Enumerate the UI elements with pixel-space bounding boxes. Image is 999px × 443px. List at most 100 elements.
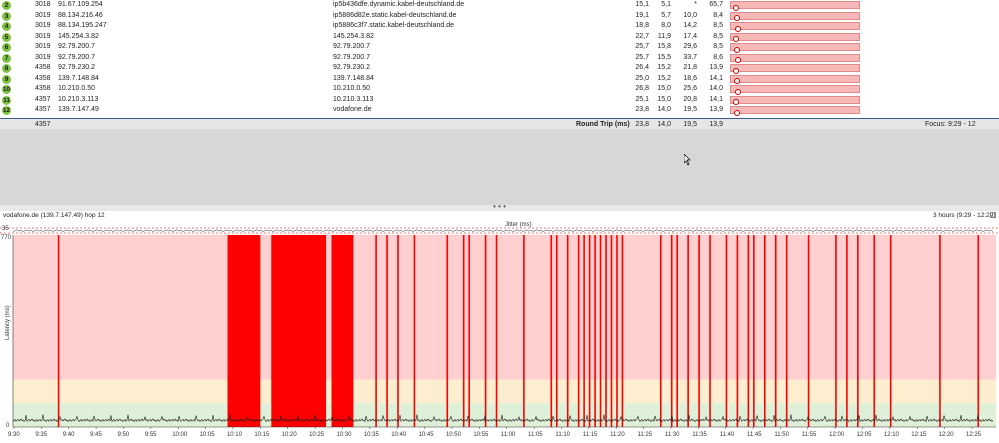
- x-tick-label: 11:05: [528, 432, 543, 438]
- graph-options-icon[interactable]: [990, 212, 996, 218]
- cur-cell: *: [694, 1, 697, 8]
- packet-loss-spike: [577, 235, 580, 427]
- x-tick-label: 10:05: [200, 432, 216, 438]
- hop-number-badge: 8: [2, 64, 11, 73]
- packet-loss-spike: [774, 235, 777, 427]
- ip-cell: 139.7.147.49: [58, 106, 99, 113]
- min-cell: 15,8: [657, 43, 671, 50]
- x-tick-label: 11:35: [692, 432, 707, 438]
- min-cell: 5,1: [661, 1, 671, 8]
- packet-loss-spike: [588, 235, 591, 427]
- packet-loss-spike: [550, 235, 553, 427]
- x-tick-label: 11:20: [610, 432, 625, 438]
- packet-loss-spike: [386, 235, 388, 427]
- packet-loss-spike: [462, 235, 465, 427]
- x-tick-label: 10:30: [336, 432, 352, 438]
- table-row[interactable]: 4 3019 88.134.195.247 ip5886c3f7.static.kab…: [0, 21, 999, 32]
- table-row[interactable]: 3 3019 88.134.216.46 ip5886d82e.static.kabe…: [0, 11, 999, 21]
- latency-bar: [730, 43, 860, 53]
- packet-loss-spike: [676, 235, 678, 427]
- avg-cell: 25,0: [635, 74, 649, 82]
- hop-number-badge: 10: [2, 85, 11, 94]
- packet-loss-spike: [835, 235, 837, 427]
- avg-cell: 25,1: [635, 95, 649, 103]
- packet-loss-spike: [616, 235, 618, 427]
- x-tick-label: 9:30: [8, 432, 20, 438]
- packet-loss-spike: [687, 235, 689, 427]
- x-tick-label: 11:45: [747, 432, 762, 438]
- x-tick-label: 10:10: [227, 432, 243, 438]
- table-row[interactable]: 2 3018 91.67.109.254 ip5b436dfe.dynamic.kab…: [0, 0, 999, 11]
- packet-loss-spike: [621, 235, 624, 427]
- table-row[interactable]: 7 3019 92.79.200.7 92.79.200.7 25,7 15,5 33,7 8…: [0, 53, 999, 63]
- packet-loss-spike: [566, 235, 569, 427]
- cur-cell: 18,6: [683, 74, 697, 82]
- max-cell: 13,9: [709, 64, 723, 71]
- max-cell: 13,9: [709, 106, 723, 113]
- asn-cell: 4358: [35, 85, 51, 92]
- latency-bar: [730, 1, 860, 11]
- max-cell: 8,6: [713, 53, 723, 61]
- table-row[interactable]: 6 3019 92.79.200.7 92.79.200.7 25,7 15,8 29,6 8…: [0, 42, 999, 53]
- latency-bar: [730, 22, 860, 32]
- packet-loss-spike: [659, 235, 662, 427]
- table-row[interactable]: 5 3019 145.254.3.82 145.254.3.82 22,7 11,9 17,…: [0, 32, 999, 42]
- min-cell: 5,7: [661, 11, 671, 19]
- hop-table: 2 3018 91.67.109.254 ip5b436dfe.dynamic.kab…: [0, 0, 999, 118]
- max-cell: 14,1: [709, 74, 723, 82]
- asn-cell: 3019: [35, 22, 51, 29]
- max-cell: 8,5: [713, 32, 723, 40]
- avg-cell: 23,8: [635, 106, 649, 113]
- latency-bar: [730, 95, 860, 105]
- ip-cell: 92.79.200.7: [58, 53, 95, 61]
- asn-cell: 4357: [35, 106, 51, 113]
- packet-loss-spike: [857, 235, 859, 427]
- hop-number-badge: 7: [2, 53, 11, 63]
- min-cell: 14,0: [657, 106, 671, 113]
- table-row[interactable]: 10 4358 10.210.0.50 10.210.0.50 26,8 15,0 25,6…: [0, 84, 999, 95]
- table-row[interactable]: 9 4358 139.7.148.84 139.7.148.84 25,0 15,2 18,…: [0, 74, 999, 84]
- latency-marker: [734, 109, 740, 116]
- packet-loss-spike: [484, 235, 487, 427]
- packet-loss-spike: [594, 235, 596, 427]
- splitter-grip[interactable]: • • •: [493, 202, 506, 211]
- asn-cell: 4358: [35, 64, 51, 71]
- packet-loss-spike: [939, 235, 941, 427]
- x-tick-label: 11:25: [638, 432, 653, 438]
- y-min-label: 0: [6, 423, 10, 429]
- ip-cell: 10.210.3.113: [58, 95, 99, 103]
- hostname-cell: 139.7.148.84: [333, 74, 374, 82]
- graph-range[interactable]: 3 hours (9:29 - 12:29): [933, 211, 996, 220]
- min-cell: 15,2: [657, 74, 671, 82]
- x-tick-label: 9:50: [117, 432, 129, 438]
- table-row[interactable]: 12 4357 139.7.147.49 vodafone.de 23,8 14,0 19,…: [0, 105, 999, 116]
- x-tick-label: 10:15: [254, 432, 270, 438]
- packet-loss-spike: [725, 235, 728, 427]
- avg-cell: 25,7: [635, 53, 649, 61]
- x-tick-label: 10:40: [391, 432, 407, 438]
- hop-number-badge: 6: [2, 43, 11, 52]
- cur-cell: 14,2: [683, 22, 697, 29]
- x-tick-label: 10:35: [364, 432, 380, 438]
- max-cell: 14,1: [709, 95, 723, 103]
- x-tick-label: 10:50: [446, 432, 462, 438]
- table-row[interactable]: 8 4358 92.79.230.2 92.79.230.2 26,4 15,2 21,8 1…: [0, 63, 999, 74]
- graph-title: vodafone.de (139.7.147.49) hop 12: [3, 212, 105, 219]
- x-tick-label: 12:05: [857, 432, 873, 438]
- packet-loss-block: [227, 235, 261, 427]
- jitter-label: Jitter (ms): [505, 222, 532, 228]
- packet-loss-spike: [583, 235, 585, 427]
- empty-list-area: [0, 129, 999, 207]
- packet-loss-block: [331, 235, 354, 427]
- ip-cell: 88.134.216.46: [58, 11, 103, 19]
- hostname-cell: 92.79.230.2: [333, 64, 370, 71]
- table-row[interactable]: 11 4357 10.210.3.113 10.210.3.113 25,1 15,0 20…: [0, 95, 999, 105]
- band-good: [13, 403, 996, 427]
- max-cell: 8,5: [713, 22, 723, 29]
- packet-loss-spike: [605, 235, 607, 427]
- packet-loss-spike: [468, 235, 470, 427]
- band-bad: [13, 235, 996, 380]
- cur-cell: 20,8: [683, 95, 697, 103]
- latency-chart: Jitter (ms) 35 770 0 Latency (ms) 9:30 9:35 9:4…: [0, 222, 999, 438]
- packet-loss-spike: [495, 235, 498, 427]
